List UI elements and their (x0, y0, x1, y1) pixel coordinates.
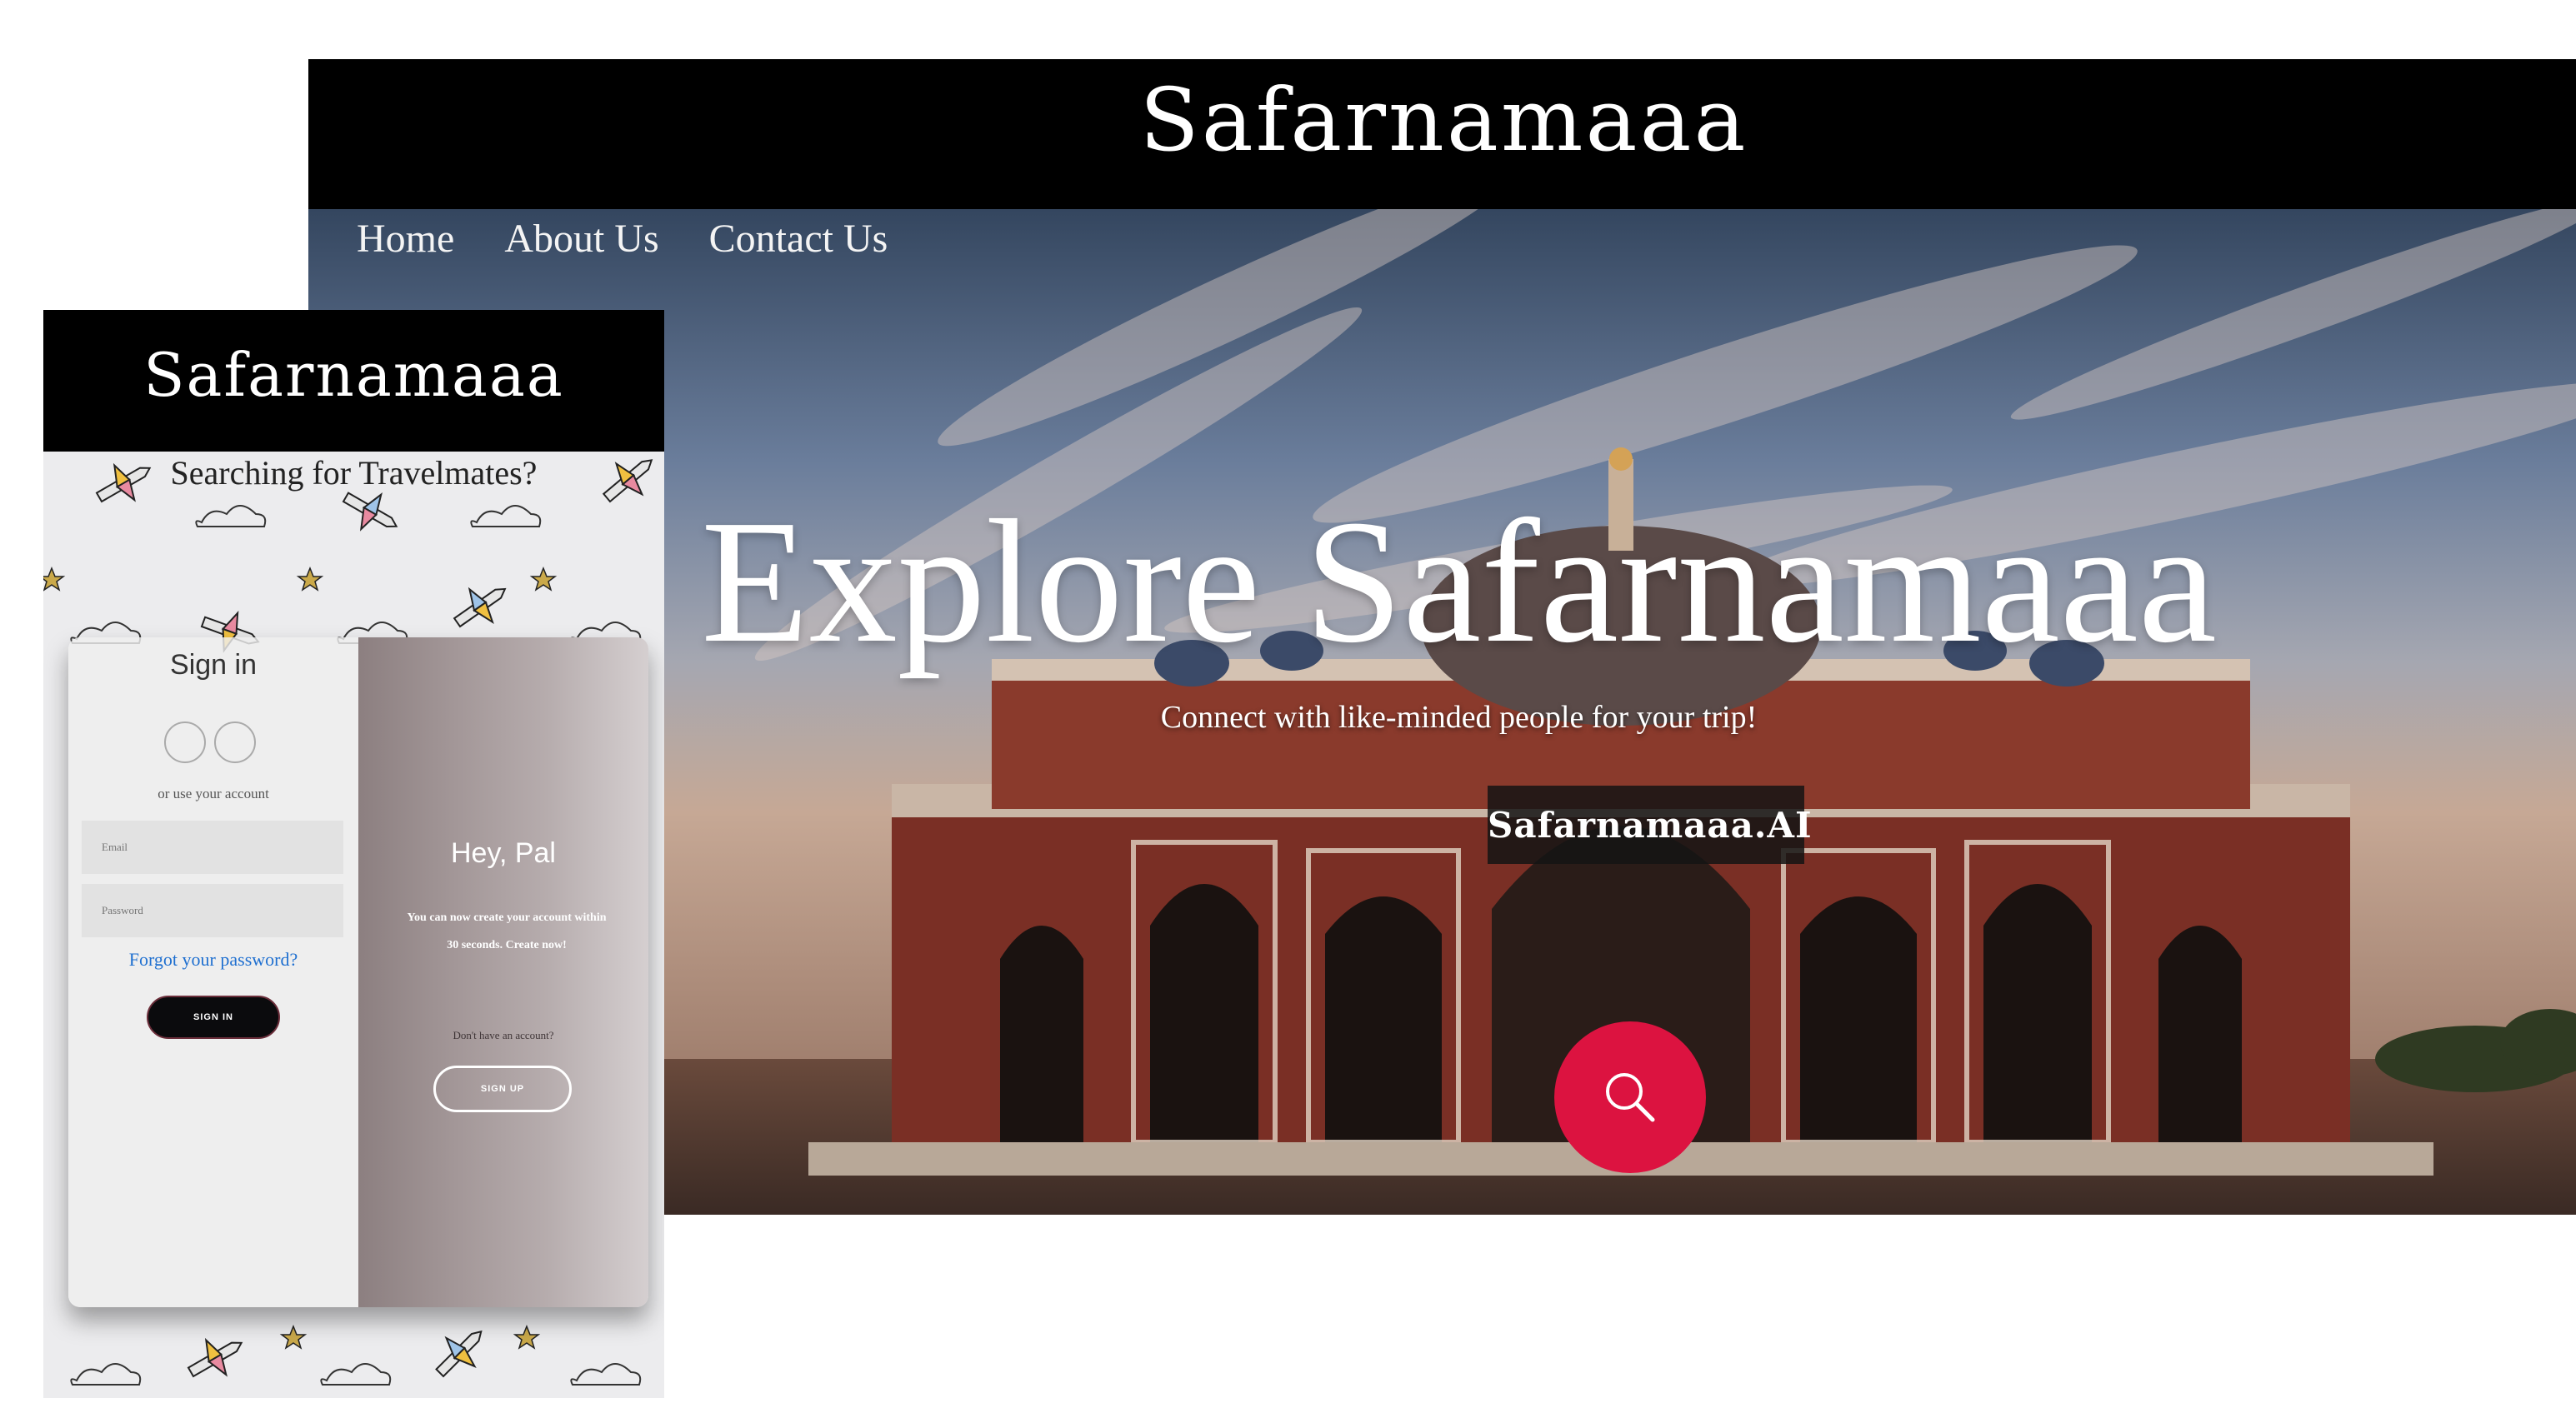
brand-logo[interactable]: Safarnamaaa (308, 69, 2576, 171)
nav-about-us[interactable]: About Us (504, 216, 658, 262)
sign-up-title: Hey, Pal (451, 837, 556, 869)
safarnamaaa-ai-button[interactable]: Safarnamaaa.AI (1488, 786, 1812, 864)
sign-up-question: Don't have an account? (453, 1029, 554, 1041)
sign-in-panel: Sign in or use your account Forgot your … (68, 637, 358, 1307)
forgot-password-link[interactable]: Forgot your password? (68, 949, 358, 971)
site-header: Safarnamaaa (308, 59, 2576, 209)
sign-up-description: You can now create your account within 3… (407, 911, 607, 951)
search-icon (1606, 1073, 1655, 1122)
mobile-page: Safarnamaaa Searching for Travelmates? S… (43, 310, 664, 1398)
social-icon[interactable] (214, 721, 256, 763)
nav-contact-us[interactable]: Contact Us (709, 216, 888, 262)
search-button[interactable] (1554, 1021, 1706, 1173)
sign-in-or-text: or use your account (158, 786, 269, 801)
social-icon[interactable] (164, 721, 206, 763)
sign-up-button[interactable]: SIGN UP (433, 1066, 572, 1112)
auth-card: Sign in or use your account Forgot your … (68, 637, 648, 1307)
main-nav: Home About Us Contact Us (357, 209, 888, 267)
social-login-icons[interactable] (160, 717, 268, 767)
password-field[interactable] (82, 884, 343, 937)
travelmates-headline: Searching for Travelmates? (170, 454, 538, 492)
sign-up-panel: Hey, Pal You can now create your account… (358, 637, 648, 1307)
email-field[interactable] (82, 821, 343, 874)
mobile-header: Safarnamaaa (43, 310, 664, 452)
nav-home[interactable]: Home (357, 216, 454, 262)
sign-in-button[interactable]: SIGN IN (147, 996, 280, 1039)
sign-in-title: Sign in (170, 649, 257, 681)
mobile-brand-logo[interactable]: Safarnamaaa (43, 340, 664, 410)
